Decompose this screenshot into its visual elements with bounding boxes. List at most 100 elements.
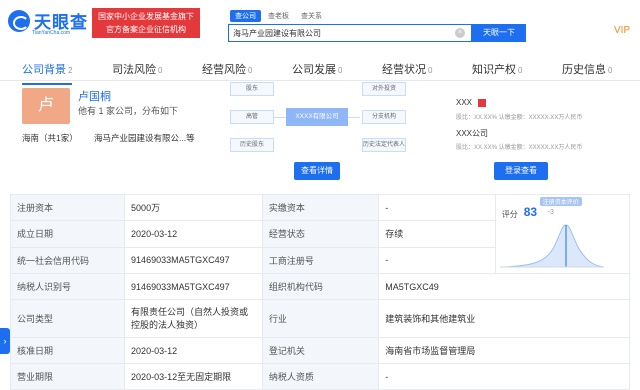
section-nav: 公司背景 2 司法风险 0 经营风险 0 公司发展 0 经营状况 0 知识产权 0 历史信息… [0,55,640,85]
reg-capital-label: 注册资本 [9,193,126,222]
score-distribution-icon [499,224,604,268]
tab-label: 公司背景 [22,64,66,76]
industry-value: 建筑装饰和其他建筑业 [378,299,630,338]
table-row: 公司类型 有限责任公司（自然人投资或控股的法人独资） 行业 建筑装饰和其他建筑业 [9,299,630,338]
search-tab-company[interactable]: 查公司 [230,10,261,22]
relation-row-2-detail: 股比：XX.XX% 认缴金额：XXXXX.XX万人民币 [456,145,583,151]
reg-authority-value: 海南省市场监督管理局 [378,337,630,364]
search-tab-relation[interactable]: 查关系 [296,10,327,22]
tab-company-development[interactable]: 公司发展 0 [292,61,342,77]
term-label: 营业期限 [9,363,126,390]
tab-count: 0 [158,66,163,75]
table-row: 营业期限 2020-03-12至无固定期限 纳税人资质 - [9,363,630,390]
search-input[interactable]: 海马产业园建设有限公司 × [228,24,472,42]
person-badge-icon [478,98,487,107]
est-date-value: 2020-03-12 [124,220,263,248]
industry-label: 行业 [261,299,380,338]
logo[interactable]: 天眼查 TianYanCha.com [8,8,88,42]
company-type-label: 公司类型 [9,299,126,338]
legal-person-card: 卢 卢国桐 他有 1 家公司，分布如下 海南（共1家） 海马产业园建设有限公..… [12,84,212,184]
region-label: 海南（共1家） [22,133,78,143]
diagram-history-legal-rep: 历史法定代表人 [362,138,406,152]
tab-label: 经营风险 [202,64,246,76]
score-widget[interactable]: 注册资本评价 评分 83 -3 [496,195,608,273]
tab-operating-status[interactable]: 经营状况 0 [382,61,432,77]
diagram-executive: 高管 [230,110,274,124]
diagram-connector [274,117,286,118]
est-date-label: 成立日期 [9,220,126,248]
diagram-history-shareholder: 历史股东 [230,138,274,152]
promo-line-2: 官方备案企业征信机构 [106,25,186,34]
logo-eye-icon [8,10,30,32]
region-company-link[interactable]: 海马产业园建设有限公...等 [94,132,195,144]
diagram-center-company: XXXX有限公司 [286,108,348,126]
tab-company-background[interactable]: 公司背景 2 [22,61,73,85]
biz-reg-value: - [378,246,496,275]
reg-authority-label: 登记机关 [261,337,380,364]
tab-count: 0 [338,66,343,75]
avatar: 卢 [22,88,70,124]
org-code-value: MA5TGXC49 [378,273,630,300]
relation-panel: XXX 股比：XX.XX% 认缴金额：XXXXX.XX万人民币 XXX公司 股比… [430,80,630,188]
credit-code-value: 91469033MA5TGXC497 [124,246,263,275]
search-tab-boss[interactable]: 查老板 [263,10,294,22]
business-info-table: 注册资本 5000万 实缴资本 - 注册资本评价 评分 83 -3 成立日期 2… [9,193,631,390]
table-row: 纳税人识别号 91469033MA5TGXC497 组织机构代码 MA5TGXC… [9,273,630,300]
diagram-branch: 分支机构 [362,110,406,124]
tab-label: 经营状况 [382,64,426,76]
tab-count: 2 [68,66,73,75]
view-details-button[interactable]: 查看详情 [294,162,340,180]
relation-row-1-name: XXX [456,98,473,107]
header: 天眼查 TianYanCha.com 国家中小企业发展基金旗下 官方备案企业征信… [0,0,640,52]
biz-reg-label: 工商注册号 [261,246,380,275]
promo-banner[interactable]: 国家中小企业发展基金旗下 官方备案企业征信机构 [92,8,200,38]
search-button[interactable]: 天眼一下 [472,24,526,42]
tab-judicial-risk[interactable]: 司法风险 0 [112,61,162,77]
logo-subtitle: TianYanCha.com [32,30,71,36]
taxpayer-id-value: 91469033MA5TGXC497 [124,273,263,300]
org-code-label: 组织机构代码 [261,273,380,300]
search-type-tabs: 查公司 查老板 查关系 [230,10,327,22]
score-cell: 注册资本评价 评分 83 -3 [494,194,631,274]
login-view-button[interactable]: 登录查看 [494,162,548,180]
tab-label: 历史信息 [562,64,606,76]
tab-label: 司法风险 [112,64,156,76]
search-input-value: 海马产业园建设有限公司 [233,29,321,38]
tab-count: 0 [518,66,523,75]
clear-icon[interactable]: × [455,28,465,38]
taxpayer-qual-label: 纳税人资质 [261,363,380,390]
diagram-shareholder: 股东 [230,82,274,96]
tab-label: 公司发展 [292,64,336,76]
tab-count: 0 [608,66,613,75]
tab-label: 知识产权 [472,64,516,76]
status-value: 存续 [378,220,496,248]
status-label: 经营状态 [261,220,380,248]
reg-capital-value: 5000万 [124,193,263,222]
tab-count: 0 [428,66,433,75]
promo-line-1: 国家中小企业发展基金旗下 [98,12,194,21]
relation-row-1-detail: 股比：XX.XX% 认缴金额：XXXXX.XX万人民币 [456,115,583,121]
taxpayer-id-label: 纳税人识别号 [9,273,126,300]
term-value: 2020-03-12至无固定期限 [124,363,263,390]
approve-date-value: 2020-03-12 [124,337,263,364]
table-row: 注册资本 5000万 实缴资本 - 注册资本评价 评分 83 -3 [9,193,631,274]
company-type-value: 有限责任公司（自然人投资或控股的法人独资） [124,299,263,338]
tab-operation-risk[interactable]: 经营风险 0 [202,61,252,77]
relation-row-2: XXX公司 [456,129,489,138]
paid-capital-label: 实缴资本 [261,193,380,222]
relation-row-1: XXX [456,98,487,107]
tab-intellectual-property[interactable]: 知识产权 0 [472,61,522,77]
person-description: 他有 1 家公司，分布如下 [78,106,179,116]
vip-link[interactable]: VIP [614,25,630,36]
table-row: 核准日期 2020-03-12 登记机关 海南省市场监督管理局 [9,337,630,364]
taxpayer-qual-value: - [378,363,630,390]
tab-history[interactable]: 历史信息 0 [562,61,612,77]
chevron-right-icon[interactable]: › [0,328,10,354]
diagram-investment: 对外投资 [362,82,406,96]
credit-code-label: 统一社会信用代码 [9,246,126,275]
approve-date-label: 核准日期 [9,337,126,364]
diagram-connector [348,117,360,118]
paid-capital-value: - [378,193,496,222]
tab-count: 0 [248,66,253,75]
person-name-link[interactable]: 卢国桐 [78,88,111,104]
